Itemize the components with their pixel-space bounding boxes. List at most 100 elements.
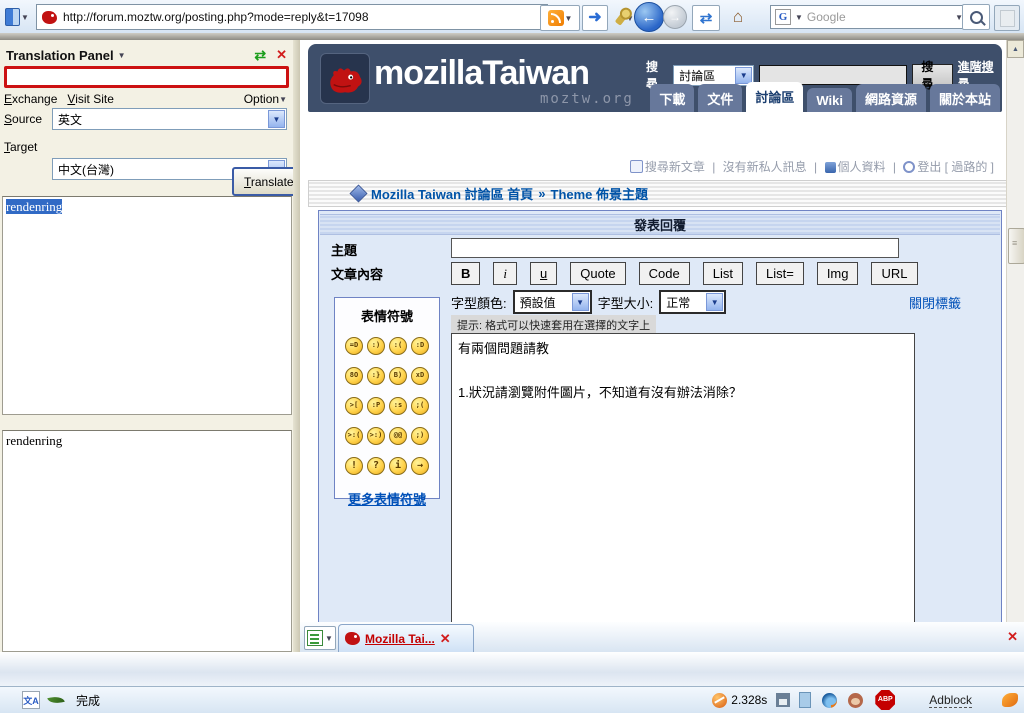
tab-forum[interactable]: 討論區 xyxy=(746,82,804,112)
tab-close-icon[interactable]: ✕ xyxy=(440,631,451,647)
message-textarea[interactable]: 有兩個問題請教 1.狀況請瀏覽附件圖片，不知道有沒有辦法消除？ xyxy=(451,333,915,622)
user-links-row: 搜尋新文章 | 沒有新私人訊息 | 個人資料 | 登出 [ 過路的 ] xyxy=(300,158,994,175)
breadcrumb-home-link[interactable]: Mozilla Taiwan 討論區 首頁 xyxy=(371,184,533,203)
bbcode-code-button[interactable]: Code xyxy=(638,262,690,285)
panel-title[interactable]: Translation Panel xyxy=(6,48,114,63)
tab-resources[interactable]: 網路資源 xyxy=(855,84,926,112)
source-select[interactable]: 英文 ▼ xyxy=(52,108,287,130)
smiley-lol-icon[interactable]: xD xyxy=(411,367,429,385)
save-session-icon[interactable] xyxy=(775,692,791,708)
subject-input[interactable] xyxy=(451,238,899,258)
go-button[interactable]: ➜ xyxy=(582,5,608,31)
home-button[interactable]: ⌂ xyxy=(724,4,752,30)
close-panel-icon[interactable]: ✕ xyxy=(276,47,287,63)
tab-title: Mozilla Tai... xyxy=(365,631,435,646)
browser-tab-active[interactable]: Mozilla Tai... ✕ xyxy=(338,624,474,652)
reload-button[interactable]: ⇄ xyxy=(692,5,720,31)
scroll-up-button[interactable]: ▲ xyxy=(1007,40,1024,58)
smiley-cry-icon[interactable]: ;( xyxy=(411,397,429,415)
translate-status-icon[interactable]: 文A xyxy=(22,691,40,709)
font-size-select[interactable]: 正常 ▼ xyxy=(659,290,727,314)
smiley-evil-icon[interactable]: >:( xyxy=(345,427,363,445)
adblock-status[interactable]: Adblock xyxy=(929,693,972,708)
translation-input[interactable] xyxy=(4,66,289,88)
source-label: Source xyxy=(4,112,43,126)
firefox-icon[interactable] xyxy=(821,692,837,708)
bbcode-quote-button[interactable]: Quote xyxy=(570,262,626,285)
chevron-down-icon[interactable]: ▼ xyxy=(279,95,287,104)
exchange-icon[interactable]: ⇄ xyxy=(254,47,266,64)
smiley-cool-icon[interactable]: B) xyxy=(389,367,407,385)
smiley-wink-icon[interactable]: ;) xyxy=(411,427,429,445)
back-button[interactable]: ← xyxy=(634,2,664,32)
exchange-link[interactable]: Exchange xyxy=(4,92,57,106)
smiley-sad-icon[interactable]: :( xyxy=(389,337,407,355)
chevron-down-icon: ▼ xyxy=(706,293,724,311)
option-menu[interactable]: Option xyxy=(244,92,279,106)
url-bar[interactable]: http://forum.moztw.org/posting.php?mode=… xyxy=(36,4,548,30)
go-arrow-icon: ➜ xyxy=(588,9,602,26)
smiley-mad-icon[interactable]: >[ xyxy=(345,397,363,415)
more-smilies-link[interactable]: 更多表情符號 xyxy=(348,489,426,508)
font-color-select[interactable]: 預設值 ▼ xyxy=(512,290,592,314)
smiley-arrow-icon[interactable]: → xyxy=(411,457,429,475)
visit-site-link[interactable]: Visit Site xyxy=(67,92,113,106)
page-info-button[interactable] xyxy=(994,5,1020,31)
smiley-very-happy-icon[interactable]: =D xyxy=(345,337,363,355)
forward-button[interactable]: → xyxy=(663,5,687,29)
smiley-exclaim-icon[interactable]: ! xyxy=(345,457,363,475)
close-tags-link[interactable]: 關閉標籤 xyxy=(909,293,961,312)
search-go-button[interactable] xyxy=(962,4,990,30)
profile-link[interactable]: 個人資料 xyxy=(838,160,886,174)
smiley-grin-icon[interactable]: :D xyxy=(411,337,429,355)
translation-result-textarea[interactable]: rendenring xyxy=(2,430,292,652)
tabbar-close-icon[interactable]: ✕ xyxy=(1007,629,1018,645)
web-search-box[interactable]: G ▼ Google ▼ xyxy=(770,5,968,29)
translation-source-textarea[interactable]: rendenring xyxy=(2,196,292,415)
bbcode-bold-button[interactable]: B xyxy=(451,262,481,285)
smiley-twisted-icon[interactable]: >:) xyxy=(367,427,385,445)
smiley-happy-icon[interactable]: :} xyxy=(367,367,385,385)
smiley-rolleyes-icon[interactable]: @@ xyxy=(389,427,407,445)
chevron-down-icon: ▼ xyxy=(268,110,285,128)
post-reply-form: 發表回覆 主題 文章內容 B i u Quote Code List List=… xyxy=(318,210,1002,622)
moztw-logo[interactable] xyxy=(320,53,370,104)
tab-wiki[interactable]: Wiki xyxy=(807,88,852,112)
greasemonkey-icon[interactable] xyxy=(847,692,863,708)
bbcode-img-button[interactable]: Img xyxy=(816,262,859,285)
bookmark-button[interactable]: ▼ xyxy=(4,4,30,30)
list-all-tabs-button[interactable]: ▼ xyxy=(304,626,336,650)
tab-docs[interactable]: 文件 xyxy=(698,84,743,112)
tab-about[interactable]: 關於本站 xyxy=(929,84,1000,112)
bbcode-italic-button[interactable]: i xyxy=(493,262,518,285)
chevron-down-icon[interactable]: ▼ xyxy=(118,51,126,60)
fox-addon-icon[interactable] xyxy=(1002,692,1018,708)
fasterfox-icon[interactable] xyxy=(711,692,727,708)
rss-icon xyxy=(547,10,564,26)
rss-feed-button[interactable]: ▼ xyxy=(540,5,580,31)
vertical-scrollbar[interactable]: ▲ xyxy=(1006,40,1024,622)
smiley-idea-icon[interactable]: i xyxy=(389,457,407,475)
smiley-smile-icon[interactable]: :) xyxy=(367,337,385,355)
smiley-eek-icon[interactable]: 8O xyxy=(345,367,363,385)
smiley-razz-icon[interactable]: :P xyxy=(367,397,385,415)
bbcode-underline-button[interactable]: u xyxy=(530,262,558,285)
adblock-plus-icon[interactable]: ABP xyxy=(875,690,896,710)
sidebar-toggle-icon[interactable] xyxy=(797,692,813,708)
tab-download[interactable]: 下載 xyxy=(650,84,695,112)
bbcode-list-button[interactable]: List xyxy=(702,262,743,285)
leaf-icon[interactable] xyxy=(47,692,65,708)
bbcode-listeq-button[interactable]: List= xyxy=(755,262,804,285)
subject-label: 主題 xyxy=(331,243,358,258)
browser-toolbar: ▼ http://forum.moztw.org/posting.php?mod… xyxy=(0,0,1024,34)
smiley-embarrassed-icon[interactable]: :s xyxy=(389,397,407,415)
toolbar-edge xyxy=(0,33,1024,40)
logout-link[interactable]: 登出 [ 過路的 ] xyxy=(917,160,994,174)
scrollbar-thumb[interactable] xyxy=(1008,228,1024,264)
breadcrumb: Mozilla Taiwan 討論區 首頁 » Theme 佈景主題 xyxy=(308,180,1006,207)
smiley-question-icon[interactable]: ? xyxy=(367,457,385,475)
private-messages-link[interactable]: 沒有新私人訊息 xyxy=(723,160,807,174)
breadcrumb-page-link[interactable]: Theme 佈景主題 xyxy=(551,184,649,203)
search-new-posts-link[interactable]: 搜尋新文章 xyxy=(645,160,705,174)
bbcode-url-button[interactable]: URL xyxy=(871,262,918,285)
